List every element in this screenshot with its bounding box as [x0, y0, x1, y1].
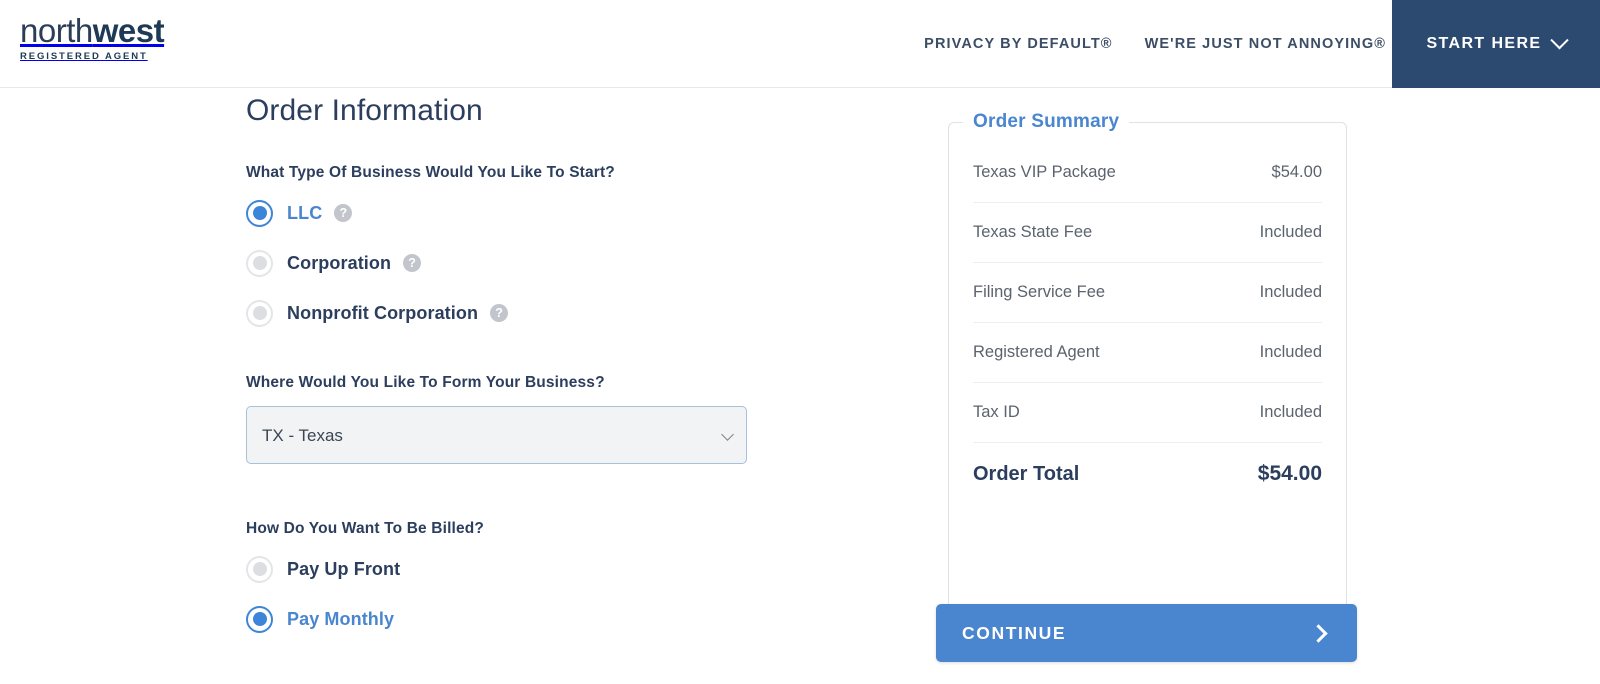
nav-link-privacy-by-default[interactable]: PRIVACY BY DEFAULT® — [924, 36, 1112, 52]
radio-indicator-nonprofit-corporation[interactable] — [246, 299, 273, 327]
start-here-label: START HERE — [1426, 35, 1542, 52]
logo-word-light: north — [20, 12, 93, 49]
header-nav: PRIVACY BY DEFAULT® WE'RE JUST NOT ANNOY… — [924, 0, 1386, 88]
chevron-down-icon — [1549, 30, 1569, 49]
business-type-group: What Type Of Business Would You Like To … — [246, 164, 866, 330]
continue-button[interactable]: CONTINUE — [936, 604, 1357, 662]
summary-total-value: $54.00 — [1257, 462, 1322, 485]
order-summary-legend: Order Summary — [973, 111, 1120, 132]
radio-option-llc[interactable]: LLC ? — [246, 196, 866, 230]
radio-indicator-pay-up-front[interactable] — [246, 555, 273, 583]
billing-group: How Do You Want To Be Billed? Pay Up Fro… — [246, 520, 866, 636]
logo-tagline: REGISTERED AGENT — [20, 51, 148, 62]
radio-label-pay-monthly: Pay Monthly — [287, 608, 395, 629]
radio-indicator-corporation[interactable] — [246, 249, 273, 277]
radio-indicator-llc[interactable] — [246, 199, 273, 227]
formation-state-question: Where Would You Like To Form Your Busine… — [246, 374, 605, 391]
summary-item-name: Filing Service Fee — [973, 283, 1106, 301]
summary-row: Tax ID Included — [973, 383, 1322, 443]
summary-item-value: Included — [1259, 283, 1322, 301]
formation-state-select[interactable]: TX - Texas — [246, 406, 747, 464]
order-summary-rows: Texas VIP Package $54.00 Texas State Fee… — [949, 143, 1346, 505]
logo-wordmark: northwest — [20, 12, 165, 49]
help-icon-nonprofit-corporation[interactable]: ? — [490, 304, 509, 322]
summary-total-label: Order Total — [973, 462, 1080, 485]
site-header: northwest REGISTERED AGENT PRIVACY BY DE… — [0, 0, 1600, 88]
radio-label-llc: LLC — [287, 202, 323, 223]
business-type-options: LLC ? Corporation ? Nonprofit Corporatio… — [246, 196, 866, 330]
radio-option-pay-up-front[interactable]: Pay Up Front — [246, 552, 866, 586]
summary-item-name: Texas State Fee — [973, 223, 1093, 241]
page-title: Order Information — [246, 94, 483, 127]
site-logo[interactable]: northwest REGISTERED AGENT — [20, 12, 165, 62]
radio-label-corporation: Corporation — [287, 252, 392, 273]
order-summary-panel: Order Summary Texas VIP Package $54.00 T… — [948, 111, 1347, 633]
billing-options: Pay Up Front Pay Monthly — [246, 552, 866, 636]
order-information-form: Order Information What Type Of Business … — [246, 94, 866, 652]
radio-option-pay-monthly[interactable]: Pay Monthly — [246, 602, 866, 636]
billing-question: How Do You Want To Be Billed? — [246, 520, 484, 537]
summary-item-name: Tax ID — [973, 403, 1020, 421]
page-body: Order Information What Type Of Business … — [0, 88, 1600, 684]
summary-item-value: Included — [1259, 403, 1322, 421]
summary-total-row: Order Total $54.00 — [973, 443, 1322, 505]
summary-item-value: Included — [1259, 223, 1322, 241]
radio-option-corporation[interactable]: Corporation ? — [246, 246, 866, 280]
summary-row: Texas State Fee Included — [973, 203, 1322, 263]
nav-link-were-just-not-annoying[interactable]: WE'RE JUST NOT ANNOYING® — [1145, 36, 1386, 52]
radio-label-nonprofit-corporation: Nonprofit Corporation — [287, 302, 479, 323]
radio-label-pay-up-front: Pay Up Front — [287, 558, 401, 579]
summary-item-name: Texas VIP Package — [973, 163, 1116, 181]
summary-row: Texas VIP Package $54.00 — [973, 143, 1322, 203]
help-icon-llc[interactable]: ? — [334, 204, 353, 222]
formation-state-select-wrap: TX - Texas — [246, 406, 747, 464]
continue-button-label: CONTINUE — [962, 622, 1067, 643]
chevron-right-icon — [1309, 623, 1328, 643]
radio-option-nonprofit-corporation[interactable]: Nonprofit Corporation ? — [246, 296, 866, 330]
summary-row: Registered Agent Included — [973, 323, 1322, 383]
summary-item-value: Included — [1259, 343, 1322, 361]
summary-item-value: $54.00 — [1271, 163, 1322, 181]
radio-indicator-pay-monthly[interactable] — [246, 605, 273, 633]
logo-word-bold: west — [92, 12, 165, 49]
formation-state-group: Where Would You Like To Form Your Busine… — [246, 374, 866, 464]
business-type-question: What Type Of Business Would You Like To … — [246, 164, 615, 181]
summary-row: Filing Service Fee Included — [973, 263, 1322, 323]
start-here-button[interactable]: START HERE — [1392, 0, 1600, 88]
summary-item-name: Registered Agent — [973, 343, 1100, 361]
help-icon-corporation[interactable]: ? — [403, 254, 422, 272]
